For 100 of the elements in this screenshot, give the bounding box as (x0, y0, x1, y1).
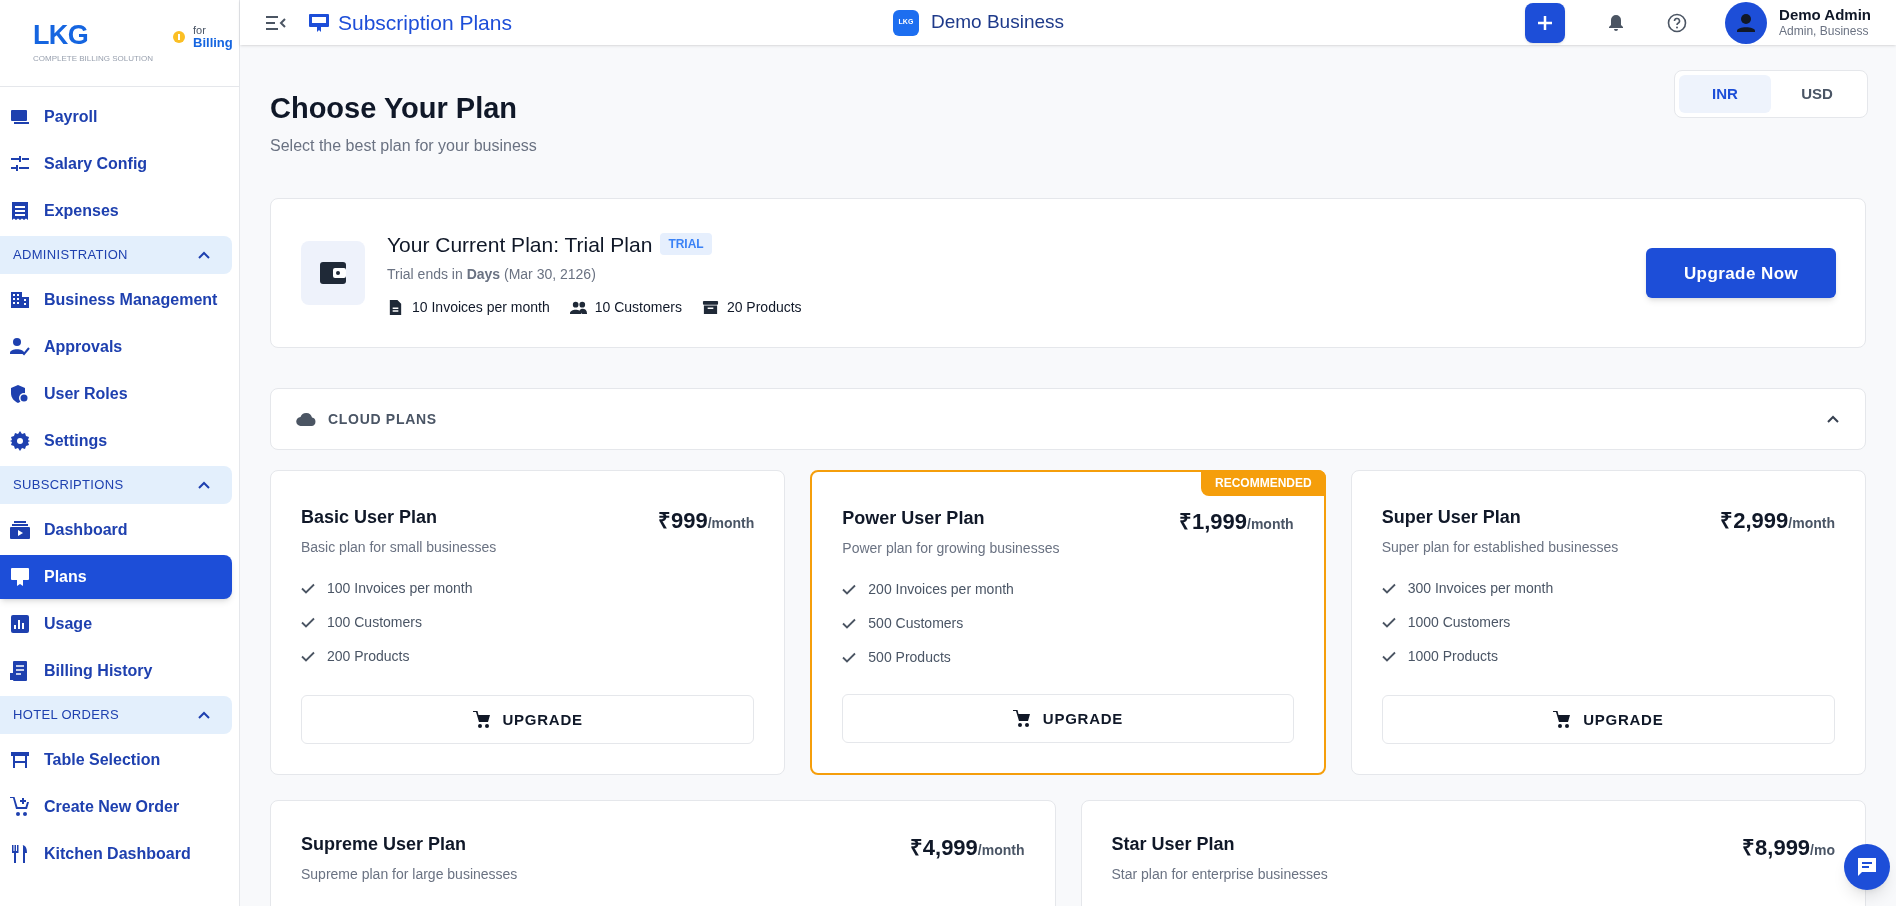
check-icon (301, 617, 315, 629)
plan-description: Power plan for growing businesses (842, 539, 1060, 559)
plan-description: Super plan for established businesses (1381, 538, 1619, 558)
section-header[interactable]: HOTEL ORDERS (0, 696, 232, 734)
presentation-icon (10, 566, 30, 587)
plan-description: Basic plan for small businesses (301, 538, 497, 558)
currency-tab[interactable]: INR (1679, 75, 1771, 113)
upgrade-button[interactable]: UPGRADE (301, 695, 755, 745)
sliders-icon (10, 153, 30, 174)
plan-name: Supreme User Plan (301, 833, 468, 857)
check-icon (842, 652, 857, 664)
check-icon (842, 584, 857, 596)
cart-plus-icon (10, 796, 30, 817)
wallet-icon (320, 262, 346, 285)
chevron-icon (198, 251, 210, 259)
feature-text: 100 Invoices per month (327, 579, 473, 599)
menu-collapse-icon[interactable] (265, 14, 287, 31)
plan-price: ₹1,999 (1178, 508, 1247, 537)
cloud-plans-header[interactable]: CLOUD PLANS (270, 388, 1866, 451)
user-name: Demo Admin (1779, 5, 1871, 25)
logo-product-text: Billing (193, 36, 233, 49)
heading: Choose Your Plan (270, 91, 519, 126)
sidebar-item[interactable]: Table Selection (0, 737, 232, 782)
sidebar-item[interactable]: Business Management (0, 277, 232, 322)
logo-for-text: for (193, 25, 207, 36)
section-header[interactable]: ADMINISTRATION (0, 236, 232, 274)
limit-text: 10 Invoices per month (412, 298, 550, 317)
utensils-icon (10, 843, 30, 864)
people-icon (569, 299, 587, 316)
cart-icon (1553, 710, 1572, 729)
receipt-icon (10, 200, 30, 221)
feature-text: 300 Invoices per month (1407, 579, 1554, 599)
sidebar-item[interactable]: Expenses (0, 188, 232, 233)
sidebar-item[interactable]: Billing History (0, 648, 232, 693)
sidebar-item[interactable]: Usage (0, 601, 232, 646)
price-period: /mo (1810, 842, 1835, 861)
plan-price: ₹8,999 (1742, 834, 1811, 863)
price-period: /month (707, 515, 755, 534)
section-header[interactable]: SUBSCRIPTIONS (0, 466, 232, 504)
chevron-icon (198, 481, 210, 489)
chat-icon (1856, 856, 1878, 878)
shield-person-icon (10, 383, 30, 404)
sidebar-item[interactable]: Plans (0, 554, 232, 599)
sidebar-item[interactable]: Salary Config (0, 141, 232, 186)
add-button[interactable] (1525, 2, 1566, 43)
price-period: /month (1788, 515, 1835, 534)
plan-name: Basic User Plan (301, 506, 439, 530)
check-icon (1381, 617, 1396, 629)
check-icon (842, 618, 857, 630)
feature-text: 500 Customers (868, 614, 964, 634)
sidebar-item[interactable]: Payroll (0, 94, 232, 139)
plan-name: Star User Plan (1111, 833, 1236, 857)
sidebar-item[interactable]: Create New Order (0, 784, 232, 829)
avatar-icon[interactable] (1725, 1, 1768, 44)
sidebar-item[interactable]: Dashboard (0, 507, 232, 552)
user-role: Admin, Business (1779, 24, 1870, 40)
limit-text: 20 Products (726, 298, 802, 317)
feature-text: 200 Invoices per month (868, 580, 1014, 600)
plan-description: Supreme plan for large businesses (301, 865, 518, 885)
feature-text: 500 Products (868, 648, 951, 668)
chat-button[interactable] (1844, 844, 1890, 890)
gear-icon (10, 430, 30, 451)
trial-end-text: Trial ends in Days (Mar 30, 2126) (387, 265, 597, 284)
plan-price: ₹4,999 (909, 834, 978, 863)
coin-icon (173, 31, 186, 43)
feature-text: 100 Customers (327, 613, 422, 633)
check-icon (1381, 651, 1396, 663)
sidebar-item[interactable]: Kitchen Dashboard (0, 831, 232, 876)
bell-icon[interactable] (1608, 13, 1625, 32)
plan-description: Star plan for enterprise businesses (1111, 865, 1328, 885)
upgrade-button[interactable]: UPGRADE (1381, 695, 1835, 745)
section-label: CLOUD PLANS (328, 409, 437, 429)
recommended-badge: RECOMMENDED (1201, 470, 1326, 497)
feature-text: 1000 Customers (1407, 613, 1511, 633)
logo-tagline: COMPLETE BILLING SOLUTION (33, 52, 154, 65)
help-icon[interactable] (1667, 12, 1688, 33)
document-icon (10, 660, 30, 681)
plus-icon (1537, 14, 1554, 31)
sidebar-item[interactable]: User Roles (0, 371, 232, 416)
chevron-icon[interactable] (1826, 414, 1840, 425)
cloud-icon (296, 412, 316, 427)
page-title: Subscription Plans (338, 9, 512, 36)
currency-tab[interactable]: USD (1771, 75, 1863, 113)
sidebar-item[interactable]: Approvals (0, 324, 232, 369)
bar-chart-icon (10, 613, 30, 634)
upgrade-now-button[interactable]: Upgrade Now (1646, 248, 1836, 299)
sidebar-item[interactable]: Settings (0, 418, 232, 463)
document-icon (387, 299, 404, 316)
archive-icon (701, 299, 719, 316)
feature-text: 200 Products (327, 647, 410, 667)
check-icon (301, 651, 315, 663)
plan-price: ₹2,999 (1720, 507, 1789, 536)
upgrade-button[interactable]: UPGRADE (842, 694, 1294, 744)
cart-icon (472, 710, 491, 729)
price-period: /month (1247, 516, 1294, 535)
current-plan-title: Your Current Plan: Trial Plan (387, 231, 653, 258)
building-icon (10, 289, 30, 310)
video-stack-icon (10, 519, 30, 540)
business-name[interactable]: Demo Business (930, 8, 1064, 37)
feature-text: 1000 Products (1407, 647, 1498, 667)
